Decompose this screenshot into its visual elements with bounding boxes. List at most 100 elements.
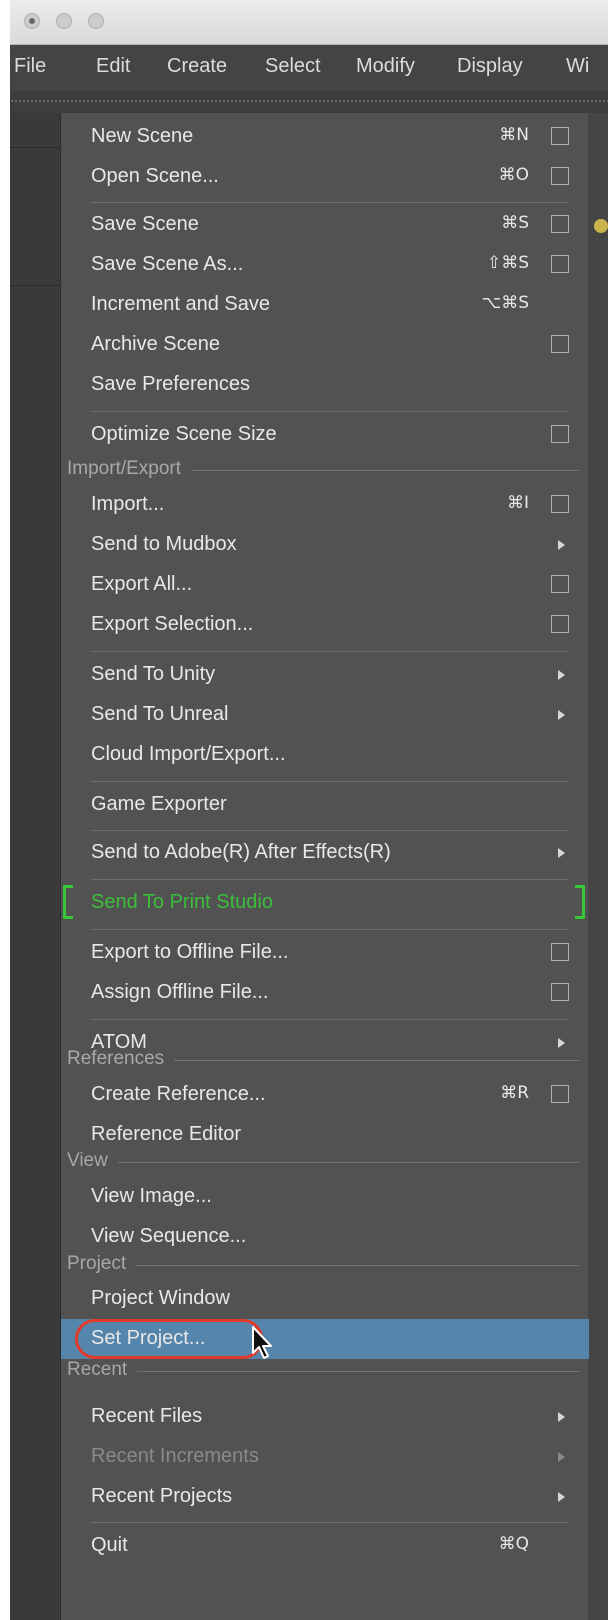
close-window-icon[interactable]	[24, 13, 40, 29]
shortcut-label: ⌘R	[500, 1083, 529, 1103]
menu-item-label: Game Exporter	[91, 793, 227, 815]
menu-item-send-to-print-studio[interactable]: Send To Print Studio	[61, 883, 589, 923]
menu-item-label: View Image...	[91, 1185, 212, 1207]
menu-item-view-image[interactable]: View Image...	[61, 1177, 589, 1217]
menu-item-set-project[interactable]: Set Project...	[61, 1319, 589, 1359]
menu-item-assign-offline-file[interactable]: Assign Offline File...	[61, 973, 589, 1013]
menubar-item-select[interactable]: Select	[265, 55, 321, 78]
annotation-highlight-ring	[75, 1319, 263, 1359]
menubar-item-edit[interactable]: Edit	[96, 55, 130, 78]
menu-item-send-to-unity[interactable]: Send To Unity	[61, 655, 589, 695]
submenu-arrow-icon	[558, 1412, 565, 1422]
menu-item-label: Send To Print Studio	[91, 891, 273, 913]
menu-divider	[91, 879, 568, 880]
menu-item-save-scene-as[interactable]: Save Scene As... ⇧⌘S	[61, 245, 589, 285]
menubar-item-modify[interactable]: Modify	[356, 55, 415, 78]
menu-item-label: Reference Editor	[91, 1123, 242, 1145]
menu-item-send-to-unreal[interactable]: Send To Unreal	[61, 695, 589, 735]
option-box-icon[interactable]	[551, 167, 569, 185]
menu-item-export-all[interactable]: Export All...	[61, 565, 589, 605]
mouse-pointer-icon	[252, 1326, 272, 1359]
menu-item-new-scene[interactable]: New Scene ⌘N	[61, 117, 589, 157]
status-dot-icon	[594, 219, 608, 233]
menu-item-view-sequence[interactable]: View Sequence...	[61, 1217, 589, 1257]
menu-divider	[91, 781, 568, 782]
menu-item-label: Increment and Save	[91, 293, 270, 315]
zoom-window-icon[interactable]	[88, 13, 104, 29]
menu-item-cloud-import-export[interactable]: Cloud Import/Export...	[61, 735, 589, 775]
menu-item-label: Cloud Import/Export...	[91, 743, 286, 765]
option-box-icon[interactable]	[551, 615, 569, 633]
option-box-icon[interactable]	[551, 425, 569, 443]
shortcut-label: ⇧⌘S	[486, 253, 529, 273]
submenu-arrow-icon	[558, 540, 565, 550]
menubar-item-window[interactable]: Wi	[566, 55, 589, 78]
menu-item-label: Send To Unity	[91, 663, 216, 685]
menu-item-label: Send to Adobe(R) After Effects(R)	[91, 841, 391, 863]
menu-item-label: New Scene	[91, 125, 194, 147]
menu-item-save-scene[interactable]: Save Scene ⌘S	[61, 205, 589, 245]
menu-item-import[interactable]: Import... ⌘I	[61, 485, 589, 525]
menu-divider	[91, 929, 568, 930]
right-panel-background	[588, 113, 608, 1620]
menu-item-label: Assign Offline File...	[91, 981, 269, 1003]
option-box-icon[interactable]	[551, 255, 569, 273]
option-box-icon[interactable]	[551, 1085, 569, 1103]
section-header-recent: Recent	[61, 1359, 589, 1383]
menu-item-quit[interactable]: Quit ⌘Q	[61, 1526, 589, 1566]
menu-item-open-scene[interactable]: Open Scene... ⌘O	[61, 157, 589, 197]
menu-item-label: Recent Files	[91, 1405, 203, 1427]
menu-item-save-preferences[interactable]: Save Preferences	[61, 365, 589, 405]
menubar-item-create[interactable]: Create	[167, 55, 227, 78]
menubar-item-display[interactable]: Display	[457, 55, 523, 78]
menu-item-label: Import...	[91, 493, 165, 515]
left-panel-background	[10, 113, 60, 1620]
menu-item-export-selection[interactable]: Export Selection...	[61, 605, 589, 645]
menu-divider	[91, 1019, 568, 1020]
menu-item-recent-increments: Recent Increments	[61, 1437, 589, 1477]
menu-item-reference-editor[interactable]: Reference Editor	[61, 1115, 589, 1155]
menu-divider	[91, 202, 568, 203]
section-header-view: View	[61, 1150, 589, 1174]
option-box-icon[interactable]	[551, 335, 569, 353]
menu-item-export-to-offline-file[interactable]: Export to Offline File...	[61, 933, 589, 973]
window-titlebar	[10, 0, 608, 45]
option-box-icon[interactable]	[551, 983, 569, 1001]
section-title: References	[67, 1048, 175, 1070]
option-box-icon[interactable]	[551, 575, 569, 593]
menubar-item-file[interactable]: File	[14, 55, 46, 78]
bracket-right-icon	[575, 885, 585, 919]
submenu-arrow-icon	[558, 710, 565, 720]
file-menu-dropdown: New Scene ⌘N Open Scene... ⌘O Save Scene…	[60, 113, 589, 1620]
menu-item-label: Export All...	[91, 573, 193, 595]
shelf-dot-strip	[10, 91, 608, 113]
option-box-icon[interactable]	[551, 943, 569, 961]
bracket-left-icon	[63, 885, 73, 919]
menu-item-game-exporter[interactable]: Game Exporter	[61, 785, 589, 825]
menu-item-send-to-after-effects[interactable]: Send to Adobe(R) After Effects(R)	[61, 833, 589, 873]
menu-item-label: Recent Projects	[91, 1485, 233, 1507]
submenu-arrow-icon	[558, 1038, 565, 1048]
submenu-arrow-icon	[558, 1492, 565, 1502]
option-box-icon[interactable]	[551, 495, 569, 513]
menu-item-optimize-scene-size[interactable]: Optimize Scene Size	[61, 415, 589, 455]
menu-item-label: Recent Increments	[91, 1445, 259, 1467]
menu-item-label: Archive Scene	[91, 333, 220, 355]
option-box-icon[interactable]	[551, 215, 569, 233]
menu-item-archive-scene[interactable]: Archive Scene	[61, 325, 589, 365]
menu-item-recent-projects[interactable]: Recent Projects	[61, 1477, 589, 1517]
minimize-window-icon[interactable]	[56, 13, 72, 29]
shortcut-label: ⌥⌘S	[481, 293, 529, 313]
menu-divider	[91, 651, 568, 652]
option-box-icon[interactable]	[551, 127, 569, 145]
menu-item-project-window[interactable]: Project Window	[61, 1279, 589, 1319]
submenu-arrow-icon	[558, 670, 565, 680]
menu-item-label: Quit	[91, 1534, 128, 1556]
shortcut-label: ⌘Q	[498, 1534, 529, 1554]
menu-item-create-reference[interactable]: Create Reference... ⌘R	[61, 1075, 589, 1115]
menu-item-recent-files[interactable]: Recent Files	[61, 1397, 589, 1437]
section-line	[67, 1265, 579, 1266]
menu-item-label: Optimize Scene Size	[91, 423, 277, 445]
menu-item-increment-and-save[interactable]: Increment and Save ⌥⌘S	[61, 285, 589, 325]
menu-item-send-to-mudbox[interactable]: Send to Mudbox	[61, 525, 589, 565]
